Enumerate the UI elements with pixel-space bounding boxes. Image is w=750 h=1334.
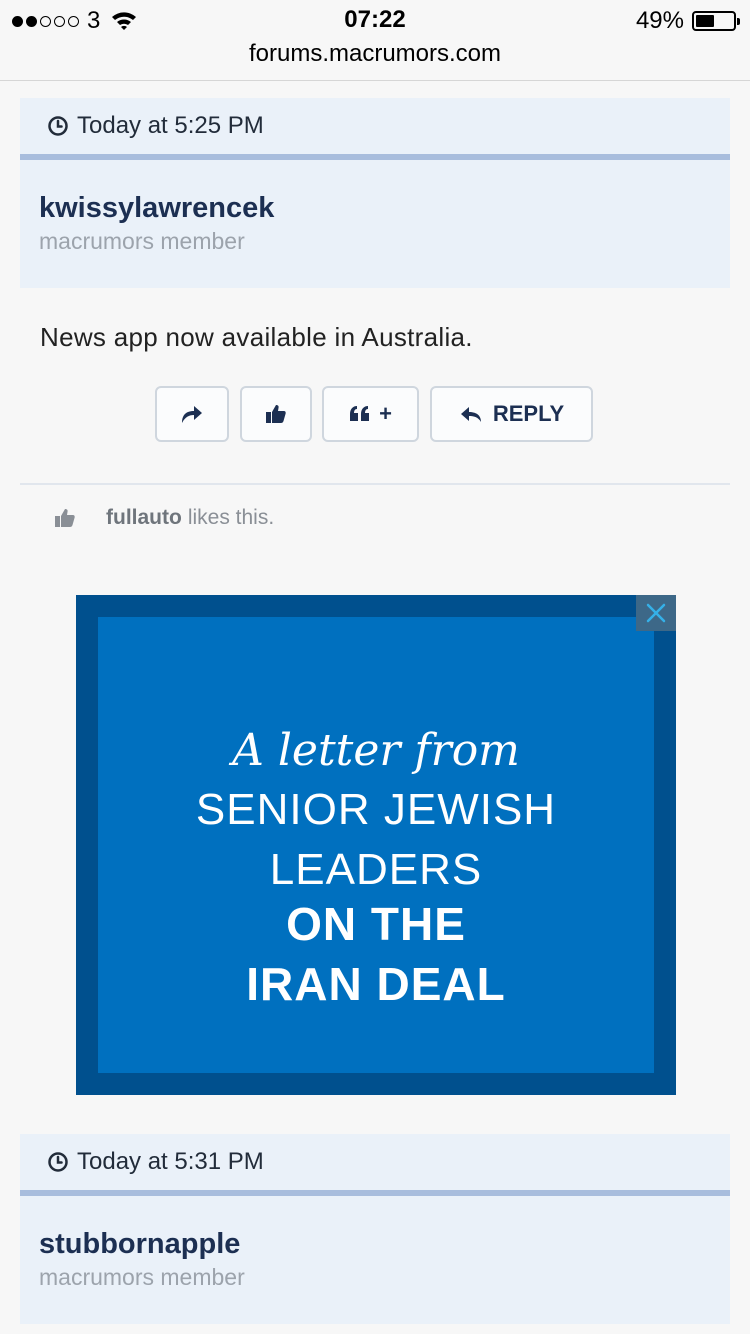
post-author-block: kwissylawrencek macrumors member [20,160,730,288]
post-timestamp[interactable]: Today at 5:31 PM [77,1148,264,1176]
ad-headline-line4: ON THE [286,898,466,950]
share-button[interactable] [155,386,229,442]
close-icon [646,603,666,623]
likes-suffix: likes this. [187,506,275,529]
thumbs-up-icon [55,509,75,527]
multi-quote-button[interactable]: + [322,386,419,442]
reply-label: REPLY [492,401,565,426]
battery-icon [692,11,740,31]
post-date-header: Today at 5:25 PM [20,98,730,160]
battery-percent: 49% [635,7,684,34]
share-icon [182,406,202,423]
reply-icon [460,407,481,422]
post-author-username[interactable]: stubbornapple [39,1228,240,1261]
clock-icon [48,116,68,136]
post-timestamp[interactable]: Today at 5:25 PM [77,112,264,140]
post-divider [20,483,730,485]
post-author-title: macrumors member [39,1264,245,1290]
reply-button[interactable]: REPLY [430,386,593,442]
battery-fill [696,15,714,27]
clock-icon [48,1152,68,1172]
post-date-header: Today at 5:31 PM [20,1134,730,1196]
post-author-block: stubbornapple macrumors member [20,1196,730,1324]
likes-summary: fullauto likes this. [54,506,274,530]
address-bar-url[interactable]: forums.macrumors.com [0,40,750,68]
status-bar: 3 07:22 49% forums.macrumors.com [0,0,750,81]
post-message: News app now available in Australia. [40,322,473,352]
quote-icon [350,406,370,421]
ad-close-button[interactable] [636,595,676,631]
thumbs-up-icon [266,405,286,423]
multi-quote-plus: + [379,401,392,426]
ad-headline-line3: LEADERS [269,845,483,894]
status-right: 49% [635,6,740,36]
ad-headline-line5: IRAN DEAL [246,958,506,1010]
like-button[interactable] [240,386,312,442]
post-author-username[interactable]: kwissylawrencek [39,192,274,225]
ad-content: A letter from SENIOR JEWISH LEADERS ON T… [98,617,654,1073]
advertisement-banner[interactable]: A letter from SENIOR JEWISH LEADERS ON T… [76,595,676,1095]
ad-headline-line1: A letter from [232,725,520,776]
liker-username[interactable]: fullauto [106,506,182,530]
post-author-title: macrumors member [39,228,245,254]
ad-headline-line2: SENIOR JEWISH [195,785,557,834]
